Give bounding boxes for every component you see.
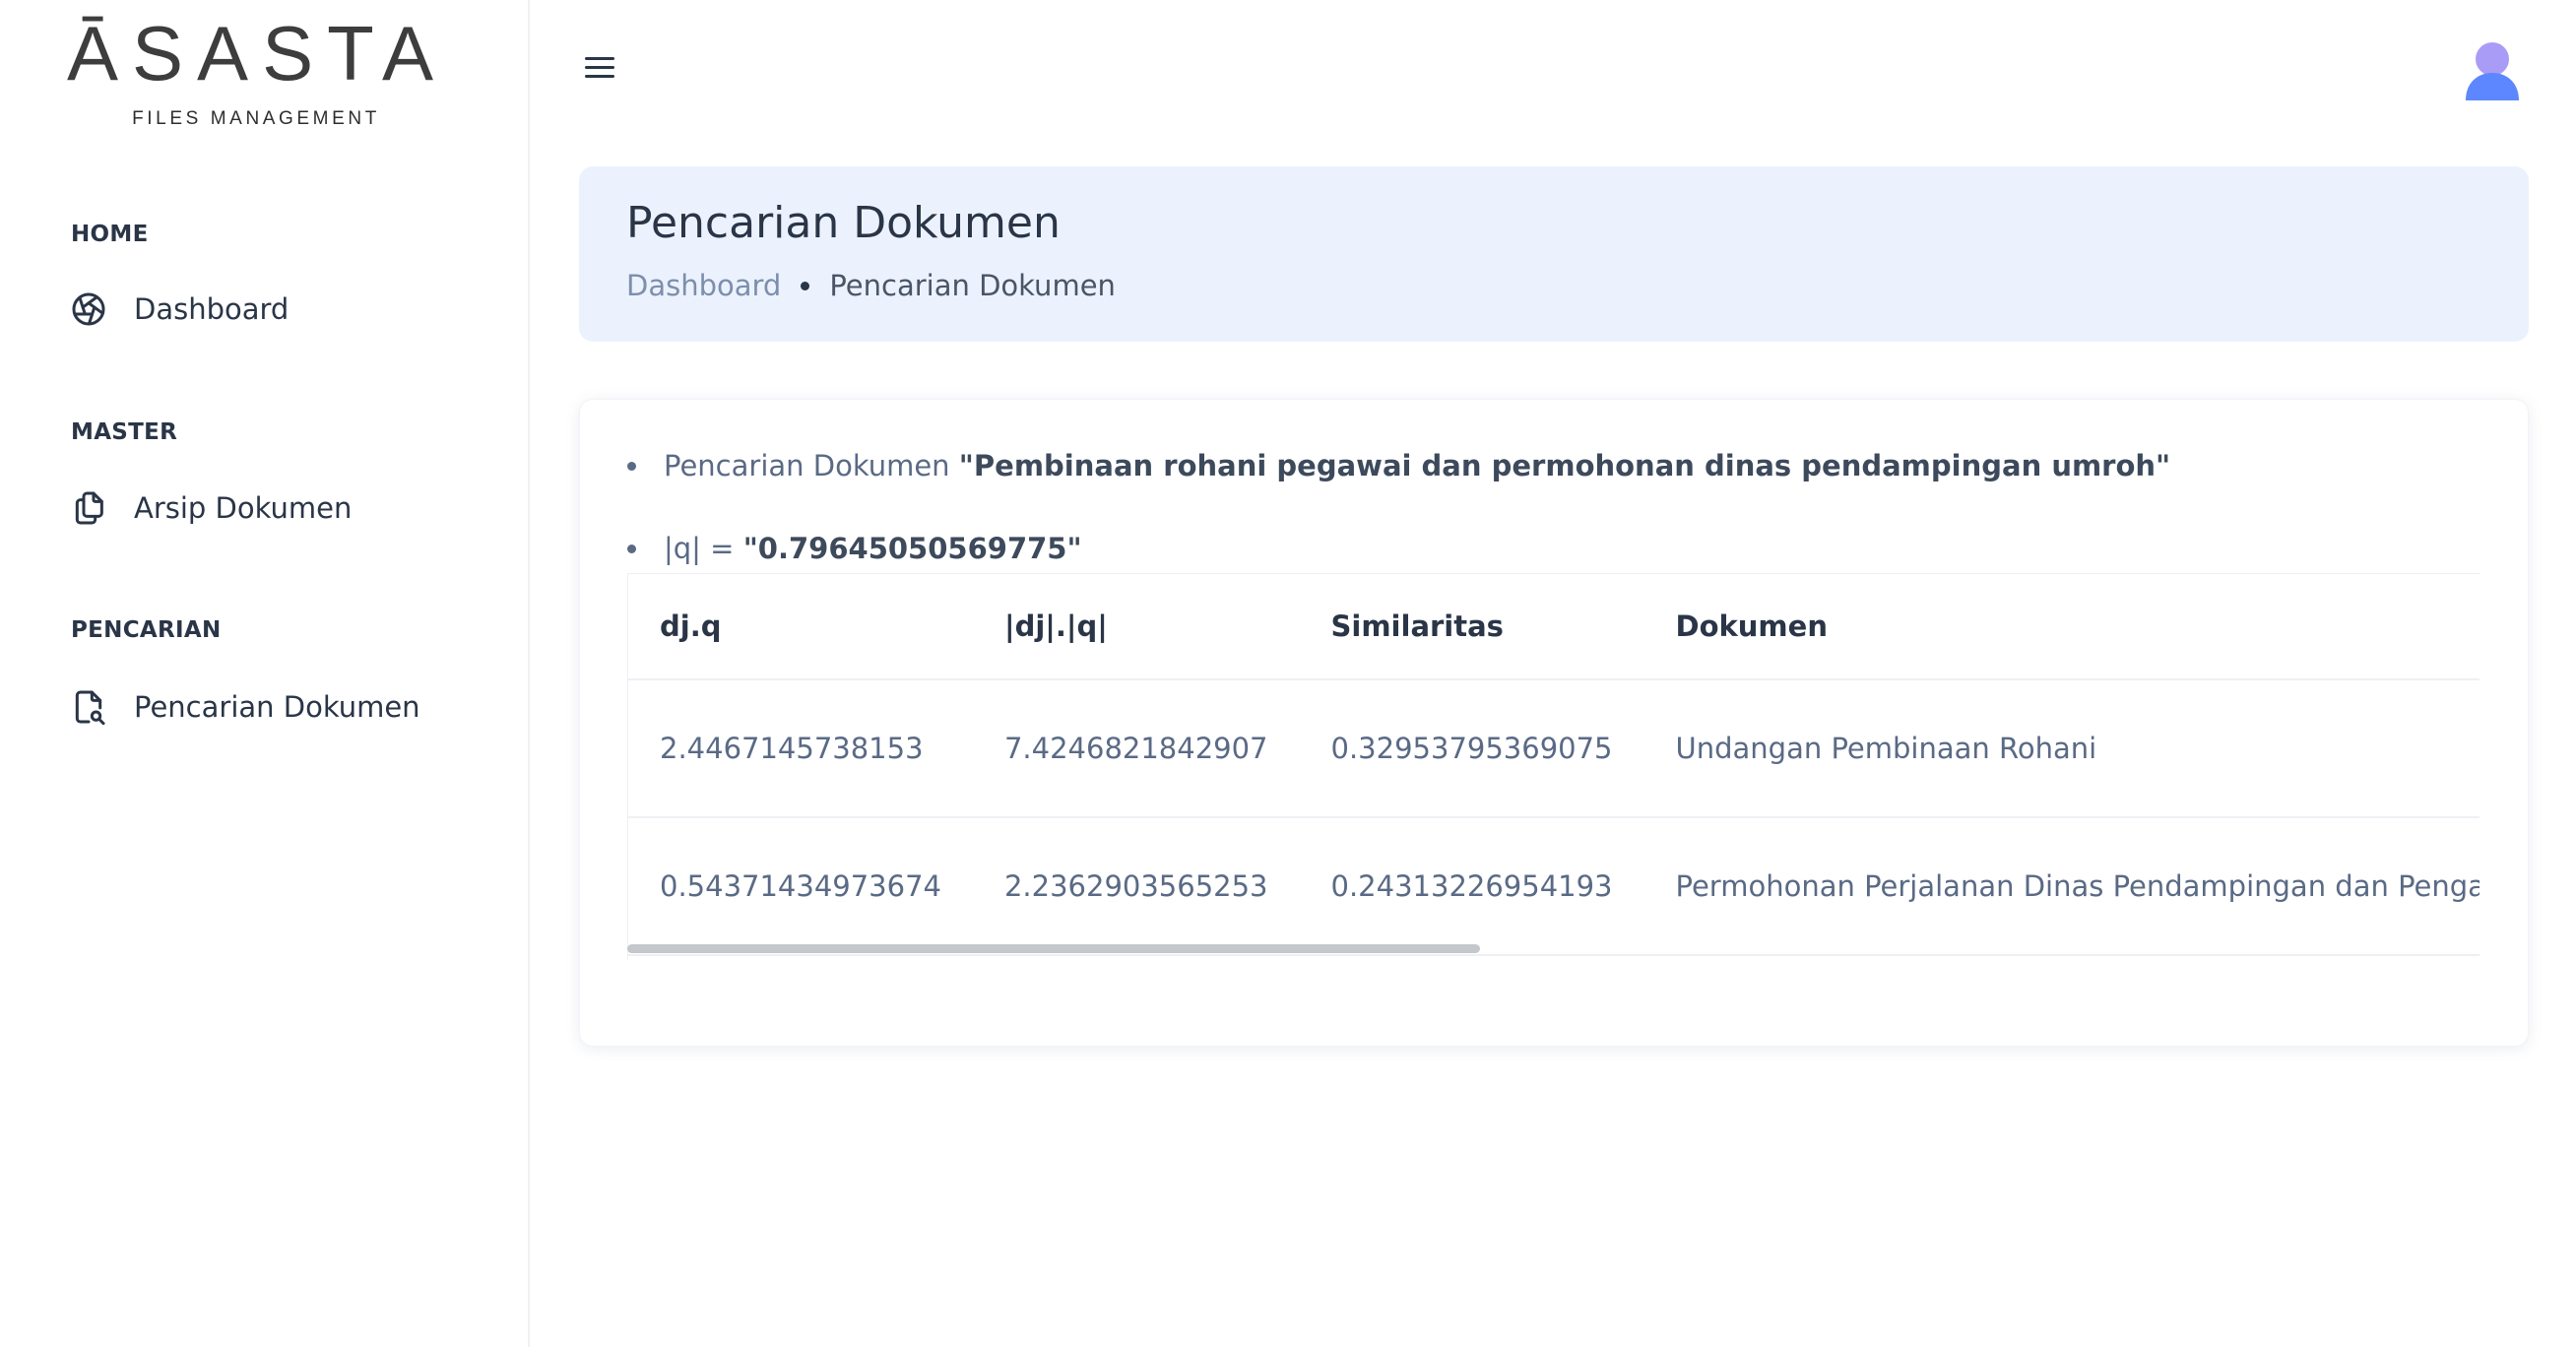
file-search-icon <box>67 685 110 729</box>
column-header-similaritas: Similaritas <box>1299 574 1644 680</box>
user-avatar-icon[interactable] <box>2462 39 2523 104</box>
query-norm-info: |q| = "0.79645050569775" <box>627 532 1082 565</box>
page-header: Pencarian Dokumen Dashboard Pencarian Do… <box>579 166 2529 342</box>
column-header-norm-product: |dj|.|q| <box>972 574 1300 680</box>
query-info: Pencarian Dokumen "Pembinaan rohani pega… <box>627 449 2170 482</box>
horizontal-scrollbar-thumb[interactable] <box>627 944 1480 953</box>
brand-name: ĀSASTA <box>67 10 447 96</box>
aperture-icon <box>67 288 110 331</box>
page-title: Pencarian Dokumen <box>626 198 1061 248</box>
query-value: "Pembinaan rohani pegawai dan permohonan… <box>958 449 2171 482</box>
sidebar: ĀSASTA FILES MANAGEMENT HOME Dashboard M… <box>0 0 530 1347</box>
nav-caption-home: HOME <box>71 222 149 247</box>
sidebar-item-pencarian-dokumen[interactable]: Pencarian Dokumen <box>67 677 500 737</box>
brand-logo[interactable]: ĀSASTA FILES MANAGEMENT <box>67 10 451 130</box>
cell-similaritas: 0.32953795369075 <box>1299 679 1644 818</box>
cell-dokumen: Undangan Pembinaan Rohani <box>1643 679 2479 818</box>
breadcrumb-separator <box>801 281 810 290</box>
query-norm-value: "0.79645050569775" <box>742 532 1082 565</box>
table-row: 2.4467145738153 7.4246821842907 0.329537… <box>628 679 2479 818</box>
sidebar-item-label: Dashboard <box>134 292 290 326</box>
sidebar-item-label: Pencarian Dokumen <box>134 690 420 724</box>
column-header-dokumen: Dokumen <box>1643 574 2479 680</box>
copy-icon <box>67 486 110 530</box>
breadcrumb-current: Pencarian Dokumen <box>829 269 1116 302</box>
sidebar-item-label: Arsip Dokumen <box>134 491 353 525</box>
brand-tagline: FILES MANAGEMENT <box>132 108 380 129</box>
breadcrumb: Dashboard Pencarian Dokumen <box>626 269 1116 302</box>
cell-norm-product: 7.4246821842907 <box>972 679 1300 818</box>
sidebar-item-dashboard[interactable]: Dashboard <box>67 280 500 339</box>
results-table: dj.q |dj|.|q| Similaritas Dokumen 2.4467… <box>628 574 2479 956</box>
bullet-dot <box>627 461 636 471</box>
table-row: 0.54371434973674 2.2362903565253 0.24313… <box>628 817 2479 956</box>
results-table-container[interactable]: dj.q |dj|.|q| Similaritas Dokumen 2.4467… <box>627 573 2479 960</box>
search-results-card: Pencarian Dokumen "Pembinaan rohani pega… <box>579 399 2529 1047</box>
table-header-row: dj.q |dj|.|q| Similaritas Dokumen <box>628 574 2479 680</box>
breadcrumb-link-dashboard[interactable]: Dashboard <box>626 269 781 302</box>
cell-djq: 0.54371434973674 <box>628 817 973 956</box>
hamburger-icon[interactable] <box>581 51 620 85</box>
query-norm-label: |q| = <box>664 532 735 565</box>
nav-caption-pencarian: PENCARIAN <box>71 617 222 643</box>
column-header-djq: dj.q <box>628 574 973 680</box>
cell-similaritas: 0.24313226954193 <box>1299 817 1644 956</box>
cell-dokumen: Permohonan Perjalanan Dinas Pendampingan… <box>1643 817 2479 956</box>
query-label: Pencarian Dokumen <box>664 449 950 482</box>
sidebar-item-arsip-dokumen[interactable]: Arsip Dokumen <box>67 479 500 538</box>
nav-caption-master: MASTER <box>71 419 178 445</box>
bullet-dot <box>627 544 636 553</box>
cell-norm-product: 2.2362903565253 <box>972 817 1300 956</box>
cell-djq: 2.4467145738153 <box>628 679 973 818</box>
